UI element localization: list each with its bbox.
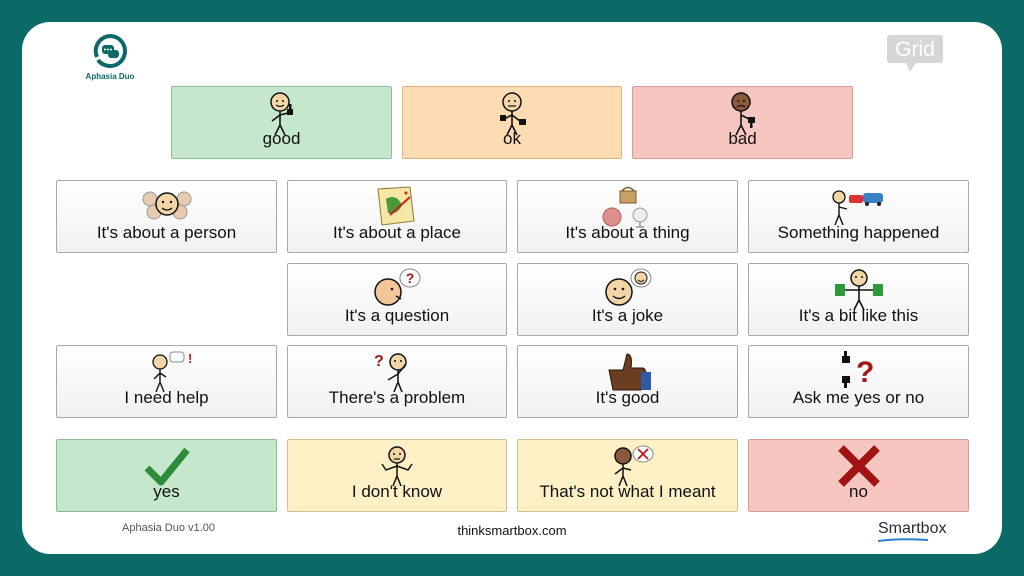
about-person-button[interactable]: It's about a person [56,180,277,253]
no-label: no [849,482,868,501]
website-link: thinksmartbox.com [457,523,567,538]
need-help-button[interactable]: ! I need help [56,345,277,418]
problem-button[interactable]: ? There's a problem [287,345,507,418]
bad-label: bad [728,129,757,148]
smartbox-text: Smartbox [878,520,947,537]
bad-button[interactable]: bad [632,86,853,159]
logo-text: Aphasia Duo [85,72,135,81]
good-label: good [262,129,301,148]
speech-bubbles-logo-icon [93,34,127,68]
ok-button[interactable]: ok [402,86,622,159]
its-good-button[interactable]: It's good [517,345,738,418]
joke-face-icon [604,268,651,306]
smartbox-swoosh-icon [878,538,928,542]
question-face-icon: ? [374,268,421,306]
bit-like-this-label: It's a bit like this [798,306,919,325]
yes-label: yes [153,482,180,501]
smartbox-logo: Smartbox [878,520,947,542]
bit-like-this-button[interactable]: It's a bit like this [748,263,969,336]
grid-logo: Grid [886,34,944,74]
problem-label: There's a problem [328,388,466,407]
yes-or-no-label: Ask me yes or no [792,388,925,407]
not-what-i-meant-button[interactable]: That's not what I meant [517,439,738,512]
svg-text:!: ! [188,351,192,366]
about-thing-button[interactable]: It's about a thing [517,180,738,253]
good-button[interactable]: good [171,86,392,159]
yes-button[interactable]: yes [56,439,277,512]
something-happened-label: Something happened [777,223,940,242]
about-thing-label: It's about a thing [565,223,690,242]
about-place-button[interactable]: It's about a place [287,180,507,253]
something-happened-button[interactable]: Something happened [748,180,969,253]
yes-or-no-button[interactable]: ? Ask me yes or no [748,345,969,418]
dont-know-label: I don't know [351,482,443,501]
svg-text:?: ? [374,353,384,370]
svg-text:?: ? [406,270,415,286]
ok-label: ok [503,129,521,148]
joke-label: It's a joke [591,306,664,325]
about-person-label: It's about a person [96,223,237,242]
grid-speech-icon: Grid [887,35,943,72]
not-what-i-meant-label: That's not what I meant [539,482,716,501]
need-help-label: I need help [124,388,209,407]
joke-button[interactable]: It's a joke [517,263,738,336]
aphasia-duo-logo: Aphasia Duo [80,33,140,81]
its-good-label: It's good [595,388,660,407]
svg-text:?: ? [856,356,874,389]
people-crowd-icon [142,191,191,220]
about-place-label: It's about a place [333,223,461,242]
map-icon [377,186,415,226]
grid-logo-text: Grid [895,38,935,61]
dont-know-button[interactable]: I don't know [287,439,507,512]
question-label: It's a question [344,306,450,325]
question-button[interactable]: ? It's a question [287,263,507,336]
no-button[interactable]: no [748,439,969,512]
